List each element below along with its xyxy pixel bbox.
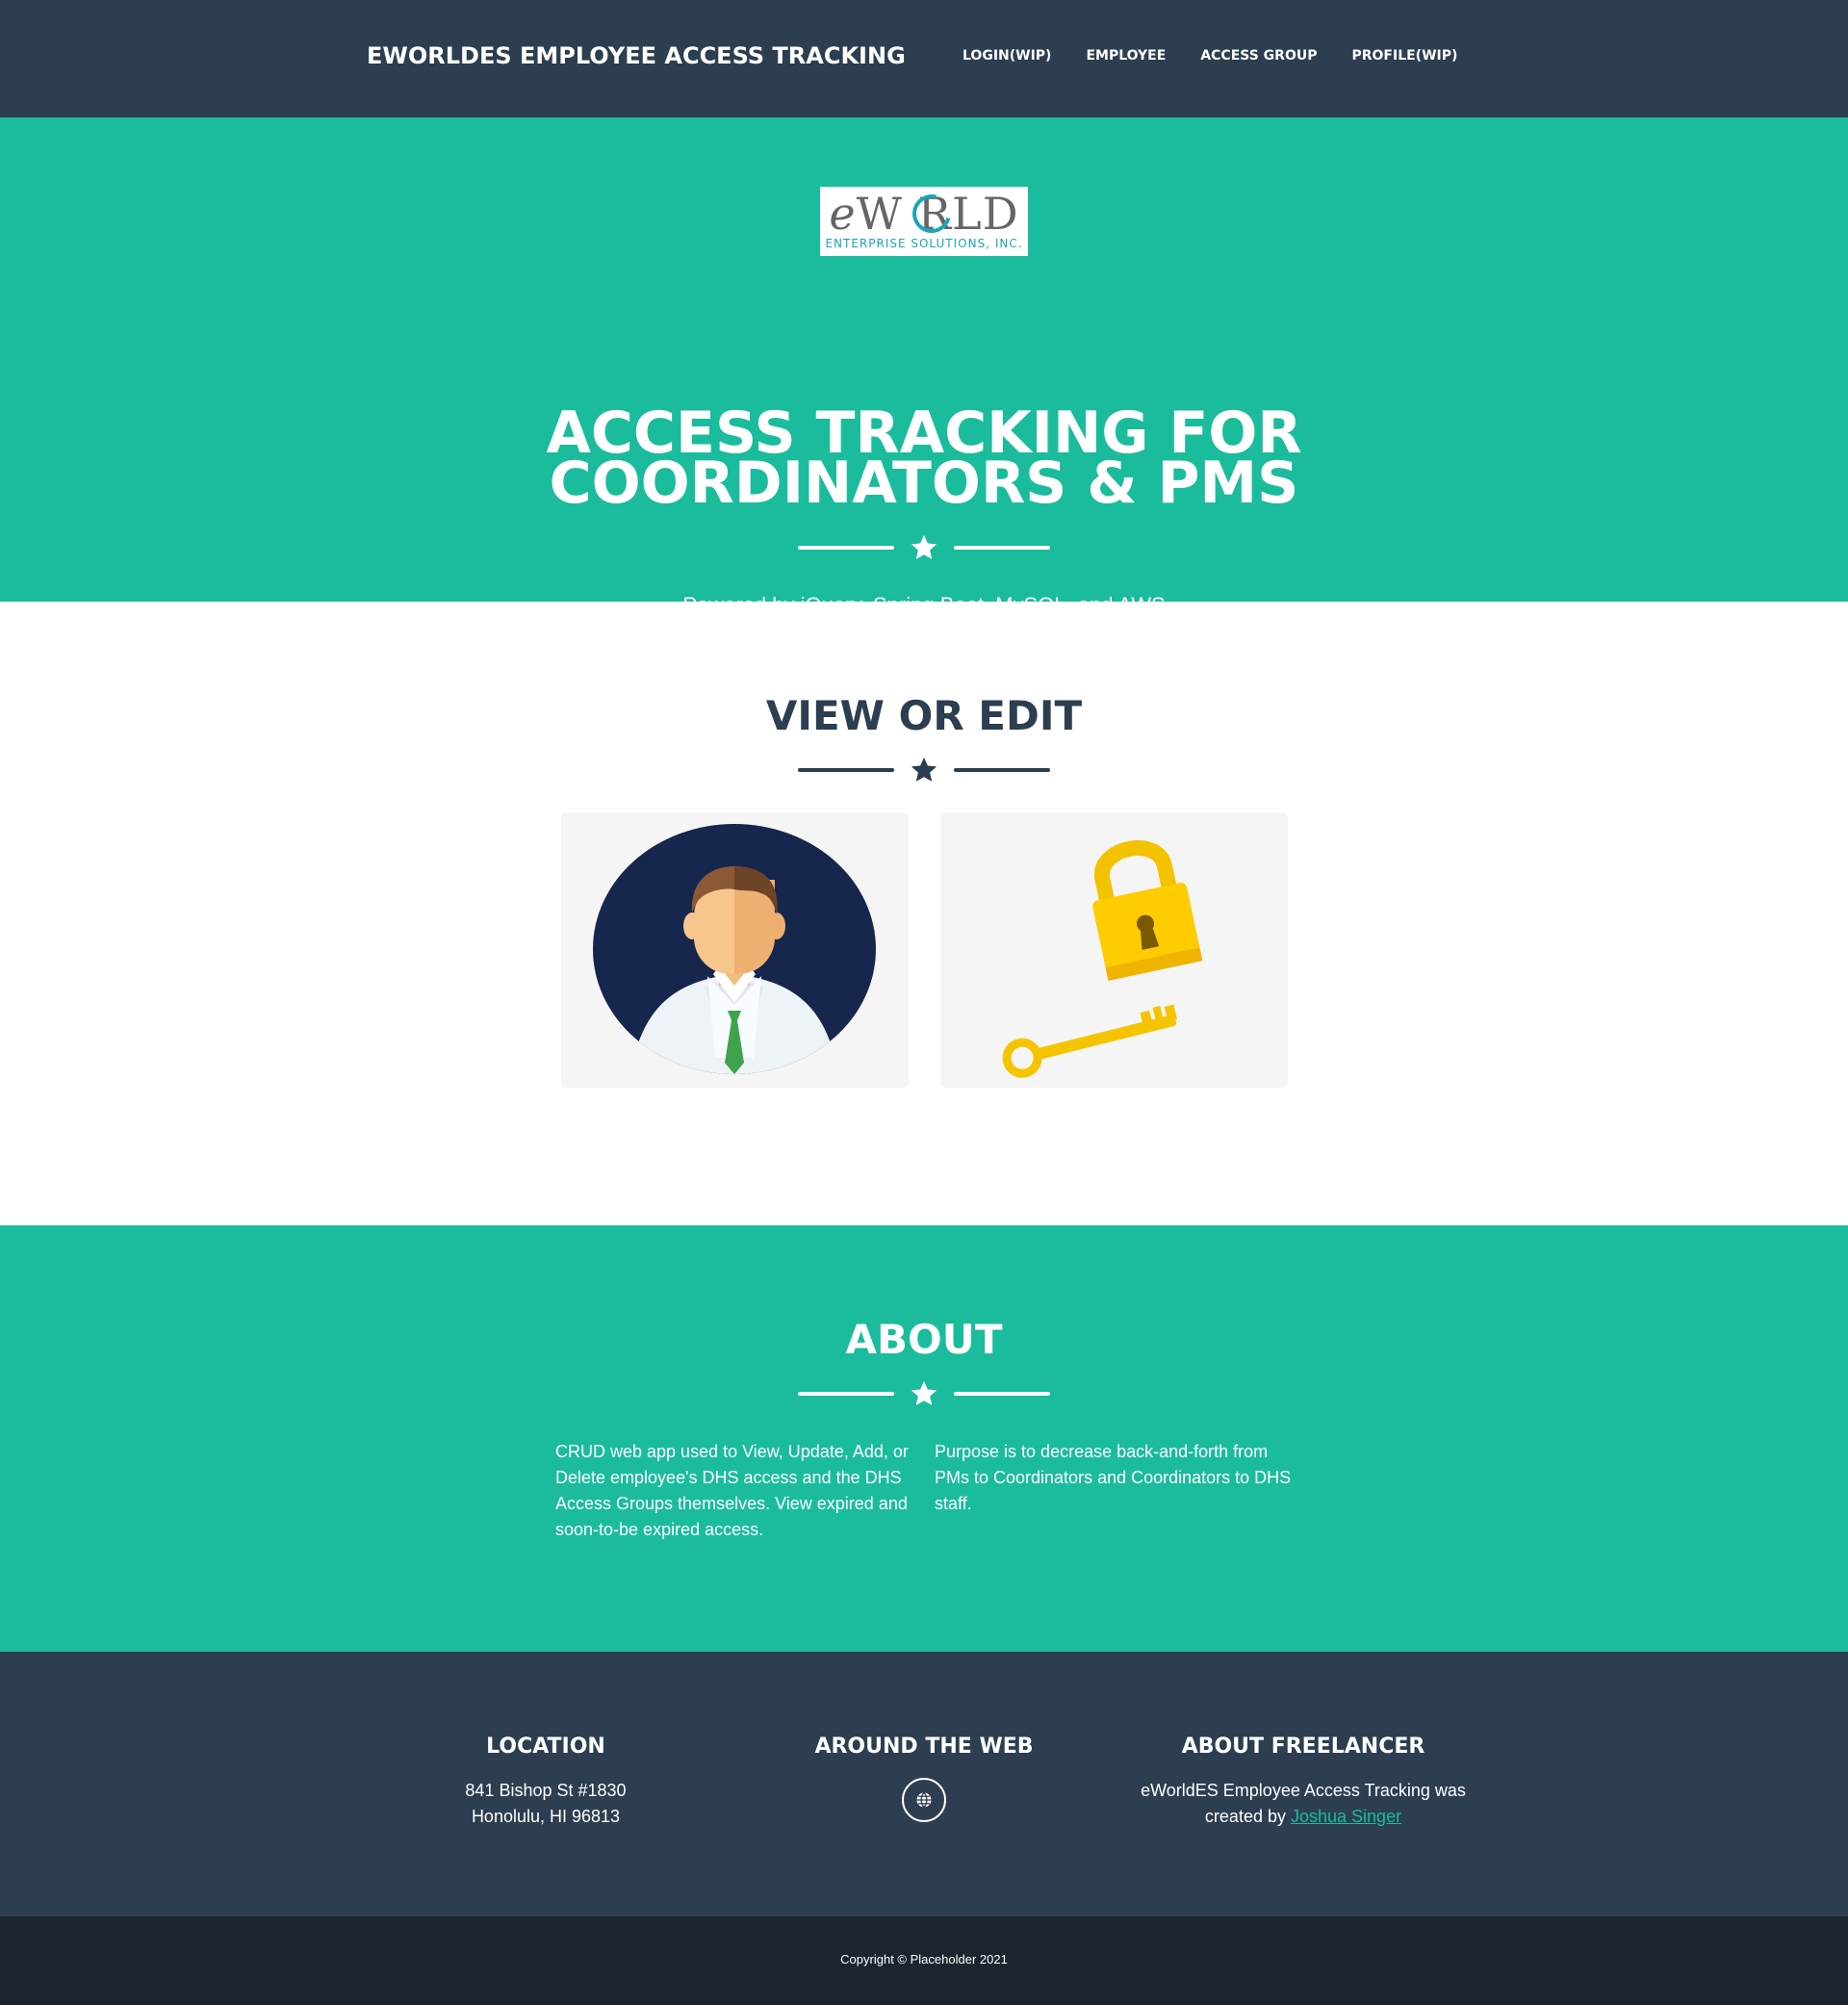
footer-freelancer-text: eWorldES Employee Access Tracking was cr… xyxy=(1141,1781,1466,1826)
about-description: CRUD web app used to View, Update, Add, … xyxy=(555,1442,909,1539)
masthead-title: ACCESS TRACKING FOR COORDINATORS & PMS xyxy=(546,399,1302,517)
portfolio-heading: VIEW OR EDIT xyxy=(765,692,1083,739)
portfolio-divider xyxy=(798,756,1050,784)
logo-tagline: ENTERPRISE SOLUTIONS, INC. xyxy=(825,237,1023,250)
about-purpose: Purpose is to decrease back-and-forth fr… xyxy=(935,1442,1292,1513)
employee-avatar-icon xyxy=(593,824,876,1074)
access-card[interactable] xyxy=(940,812,1288,1088)
navbar-brand[interactable]: EWORLDES EMPLOYEE ACCESS TRACKING xyxy=(367,42,906,69)
portfolio-section: VIEW OR EDIT xyxy=(0,602,1848,1225)
copyright-text: Copyright © Placeholder 2021 xyxy=(840,1952,1008,1966)
star-icon xyxy=(911,534,937,559)
footer-web-heading: AROUND THE WEB xyxy=(814,1735,1034,1759)
divider-line xyxy=(798,768,894,772)
globe-button[interactable] xyxy=(902,1778,946,1822)
employee-card[interactable] xyxy=(561,812,909,1088)
company-logo: eW RLD ENTERPRISE SOLUTIONS, INC. xyxy=(820,187,1028,256)
about-divider xyxy=(798,1379,1050,1408)
navbar: EWORLDES EMPLOYEE ACCESS TRACKING LOGIN(… xyxy=(0,0,1848,117)
copyright-bar: Copyright © Placeholder 2021 xyxy=(0,1916,1848,2005)
divider-line xyxy=(798,1392,894,1396)
footer-location-heading: LOCATION xyxy=(486,1735,605,1759)
divider-line xyxy=(954,768,1050,772)
nav-link-access-group[interactable]: ACCESS GROUP xyxy=(1200,48,1317,64)
nav-link-employee[interactable]: EMPLOYEE xyxy=(1086,48,1166,64)
masthead-divider xyxy=(798,533,1050,562)
divider-line xyxy=(798,546,894,550)
author-link[interactable]: Joshua Singer xyxy=(1291,1807,1401,1826)
star-icon xyxy=(911,1380,937,1405)
about-section: ABOUT CRUD web app used to View, Update,… xyxy=(0,1225,1848,1652)
footer-about: ABOUT FREELANCER eWorldES Employee Acces… xyxy=(1111,1735,1496,1830)
footer-address: 841 Bishop St #1830 Honolulu, HI 96813 xyxy=(465,1781,627,1826)
about-heading: ABOUT xyxy=(845,1316,1003,1363)
divider-line xyxy=(954,546,1050,550)
divider-line xyxy=(954,1392,1050,1396)
lock-and-key-icon xyxy=(1002,840,1203,1078)
nav-links: LOGIN(WIP) EMPLOYEE ACCESS GROUP PROFILE… xyxy=(962,48,1492,64)
footer: LOCATION 841 Bishop St #1830 Honolulu, H… xyxy=(0,1652,1848,1916)
footer-location: LOCATION 841 Bishop St #1830 Honolulu, H… xyxy=(353,1735,738,1830)
star-icon xyxy=(911,757,937,782)
footer-freelancer-heading: ABOUT FREELANCER xyxy=(1181,1735,1425,1759)
nav-link-login[interactable]: LOGIN(WIP) xyxy=(962,48,1051,64)
nav-link-profile[interactable]: PROFILE(WIP) xyxy=(1351,48,1457,64)
masthead: eW RLD ENTERPRISE SOLUTIONS, INC. ACCESS… xyxy=(0,117,1848,617)
footer-social: AROUND THE WEB xyxy=(732,1735,1116,1827)
globe-icon xyxy=(916,1792,932,1808)
